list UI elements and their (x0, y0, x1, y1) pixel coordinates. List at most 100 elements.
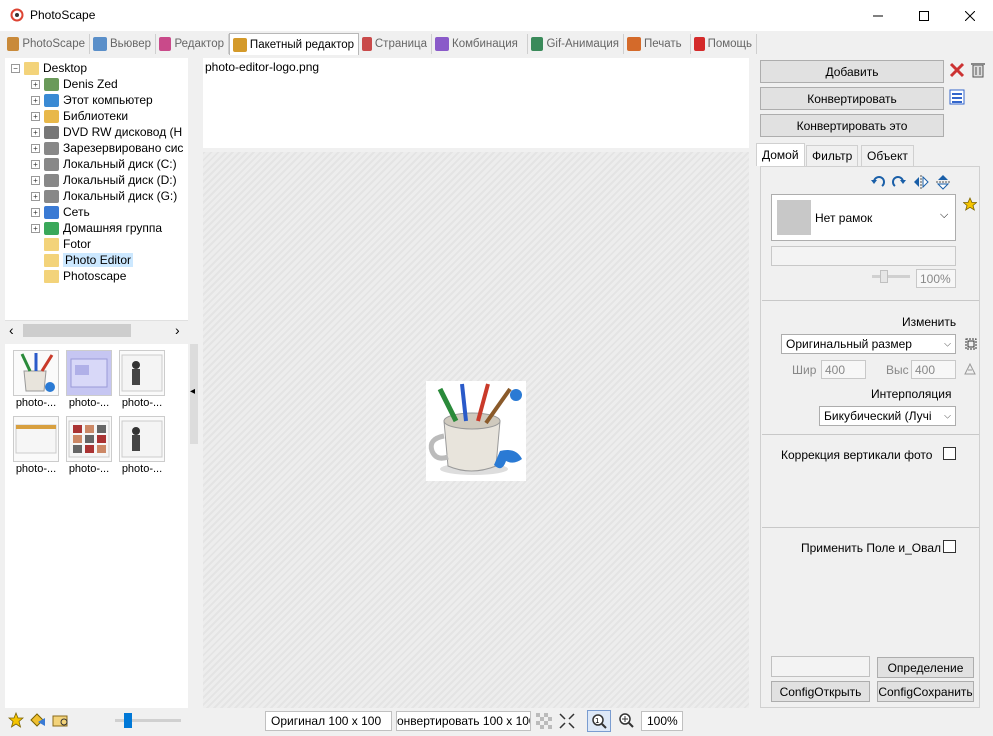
tree-horizontal-scrollbar[interactable]: ‹ › (5, 320, 188, 340)
tree-item[interactable]: + Локальный диск (C:) (31, 156, 177, 172)
combine-icon (435, 37, 449, 51)
minimize-button[interactable] (855, 0, 901, 31)
crop-frame-icon[interactable] (964, 337, 978, 351)
transparency-grid-icon[interactable] (536, 713, 552, 729)
aspect-lock-icon[interactable] (963, 362, 977, 376)
expand-icon[interactable]: + (31, 223, 40, 233)
expand-icon[interactable]: + (31, 79, 40, 89)
tree-item[interactable]: + Локальный диск (D:) (31, 172, 177, 188)
tree-item-label: Библиотеки (63, 109, 129, 123)
tab-batch-editor[interactable]: Пакетный редактор (229, 33, 359, 55)
tab-print[interactable]: Печать (624, 34, 691, 54)
tab-photoscape[interactable]: PhotoScape (4, 34, 90, 54)
panel-splitter[interactable]: ◂ (188, 344, 200, 708)
apply-margin-checkbox[interactable] (943, 540, 956, 553)
thumbnail-item[interactable]: photo-... (64, 350, 114, 410)
tab-editor[interactable]: Редактор (156, 34, 229, 54)
thumbnail-item[interactable]: photo-... (117, 350, 167, 410)
folder-browse-icon[interactable] (52, 712, 70, 728)
width-input[interactable]: 400 (821, 360, 866, 379)
actual-size-toggle[interactable]: 1 (587, 710, 611, 732)
scroll-right-arrow[interactable]: › (175, 322, 180, 338)
expand-icon[interactable]: + (31, 95, 40, 105)
scroll-thumb[interactable] (23, 324, 131, 337)
thumbnail-item[interactable]: photo-... (11, 416, 61, 476)
tree-item[interactable]: Photo Editor (31, 252, 134, 268)
convert-button[interactable]: Конвертировать (760, 87, 944, 110)
expand-icon[interactable]: + (31, 175, 40, 185)
convert-this-button[interactable]: Конвертировать это (760, 114, 944, 137)
tree-item-label: Photoscape (63, 269, 127, 283)
maximize-button[interactable] (901, 0, 947, 31)
convert-size-status: Конвертировать 100 x 100 (396, 711, 531, 731)
tree-item-label: Локальный диск (D:) (63, 173, 177, 187)
tree-item[interactable]: − Desktop (11, 60, 87, 76)
tree-item[interactable]: + Сеть (31, 204, 90, 220)
expand-icon[interactable]: + (31, 191, 40, 201)
list-icon[interactable] (949, 89, 965, 105)
expand-icon[interactable]: + (31, 207, 40, 217)
tree-item[interactable]: + Библиотеки (31, 108, 128, 124)
tab-object[interactable]: Объект (861, 145, 914, 166)
convert-size-text: Конвертировать 100 x 100 (396, 714, 531, 728)
tree-item[interactable]: Fotor (31, 236, 91, 252)
thumbnail-item[interactable]: photo-... (11, 350, 61, 410)
network-icon (44, 205, 59, 219)
vertical-correction-checkbox[interactable] (943, 447, 956, 460)
expand-icon[interactable]: + (31, 111, 40, 121)
file-name-label: photo-editor-logo.png (205, 60, 320, 74)
status-bar: Оригинал 100 x 100 Конвертировать 100 x … (0, 708, 993, 736)
rotate-right-icon[interactable] (891, 174, 907, 190)
zoom-actual-size-icon: 1 (592, 714, 607, 729)
height-input[interactable]: 400 (911, 360, 956, 379)
opacity-slider-thumb[interactable] (880, 270, 888, 283)
tree-item[interactable]: + Зарезервировано сис (31, 140, 183, 156)
slideshow-icon[interactable] (29, 712, 47, 728)
tree-item[interactable]: + Локальный диск (G:) (31, 188, 177, 204)
brush-cup-preview (20, 353, 55, 392)
expand-icon[interactable]: + (31, 159, 40, 169)
thumbnail-image (66, 416, 112, 462)
zoom-in-icon[interactable] (618, 712, 634, 728)
rotate-left-icon[interactable] (870, 174, 886, 190)
thumbnail-size-thumb[interactable] (124, 713, 132, 728)
tab-filter[interactable]: Фильтр (806, 145, 859, 166)
scroll-left-arrow[interactable]: ‹ (9, 322, 14, 338)
tab-gif[interactable]: Gif-Анимация (528, 34, 624, 54)
collapse-arrow-icon[interactable]: ◂ (190, 386, 195, 397)
tree-item-label: Зарезервировано сис (63, 141, 184, 155)
close-button[interactable] (947, 0, 993, 31)
tree-item[interactable]: Photoscape (31, 268, 126, 284)
frame-select[interactable]: Нет рамок ⌵ (771, 194, 956, 241)
add-button[interactable]: Добавить (760, 60, 944, 83)
thumbnail-item[interactable]: photo-... (117, 416, 167, 476)
thumbnail-item[interactable]: photo-... (64, 416, 114, 476)
fit-to-screen-icon[interactable] (559, 713, 575, 729)
interpolation-select[interactable]: Бикубический (Лучі ⌵ (819, 406, 956, 426)
tab-home[interactable]: Домой (756, 143, 805, 166)
collapse-icon[interactable]: − (11, 63, 20, 73)
tab-page[interactable]: Страница (359, 34, 432, 54)
resize-size-select[interactable]: Оригинальный размер ⌵ (781, 334, 956, 354)
definition-button[interactable]: Определение (877, 657, 974, 678)
tab-viewer[interactable]: Вьювер (90, 34, 156, 54)
star-icon[interactable] (8, 712, 24, 728)
tab-help[interactable]: Помощь (691, 34, 757, 54)
opacity-slider-track[interactable] (872, 275, 910, 278)
tree-item[interactable]: + DVD RW дисковод (H (31, 124, 182, 140)
expand-icon[interactable]: + (31, 127, 40, 137)
tree-item[interactable]: + Denis Zed (31, 76, 118, 92)
config-open-button[interactable]: ConfigОткрыть (771, 681, 870, 702)
definition-field[interactable] (771, 656, 870, 677)
flip-vertical-icon[interactable] (935, 174, 951, 190)
tab-combine[interactable]: Комбинация (432, 34, 528, 54)
thumbnail-image (13, 350, 59, 396)
expand-icon[interactable]: + (31, 143, 40, 153)
favorite-star-icon[interactable] (963, 197, 977, 211)
flip-horizontal-icon[interactable] (913, 174, 929, 190)
tree-item[interactable]: + Домашняя группа (31, 220, 162, 236)
config-save-button[interactable]: ConfigСохранить (877, 681, 974, 702)
trash-icon[interactable] (970, 61, 986, 79)
tree-item[interactable]: + Этот компьютер (31, 92, 153, 108)
remove-icon[interactable] (949, 62, 965, 78)
